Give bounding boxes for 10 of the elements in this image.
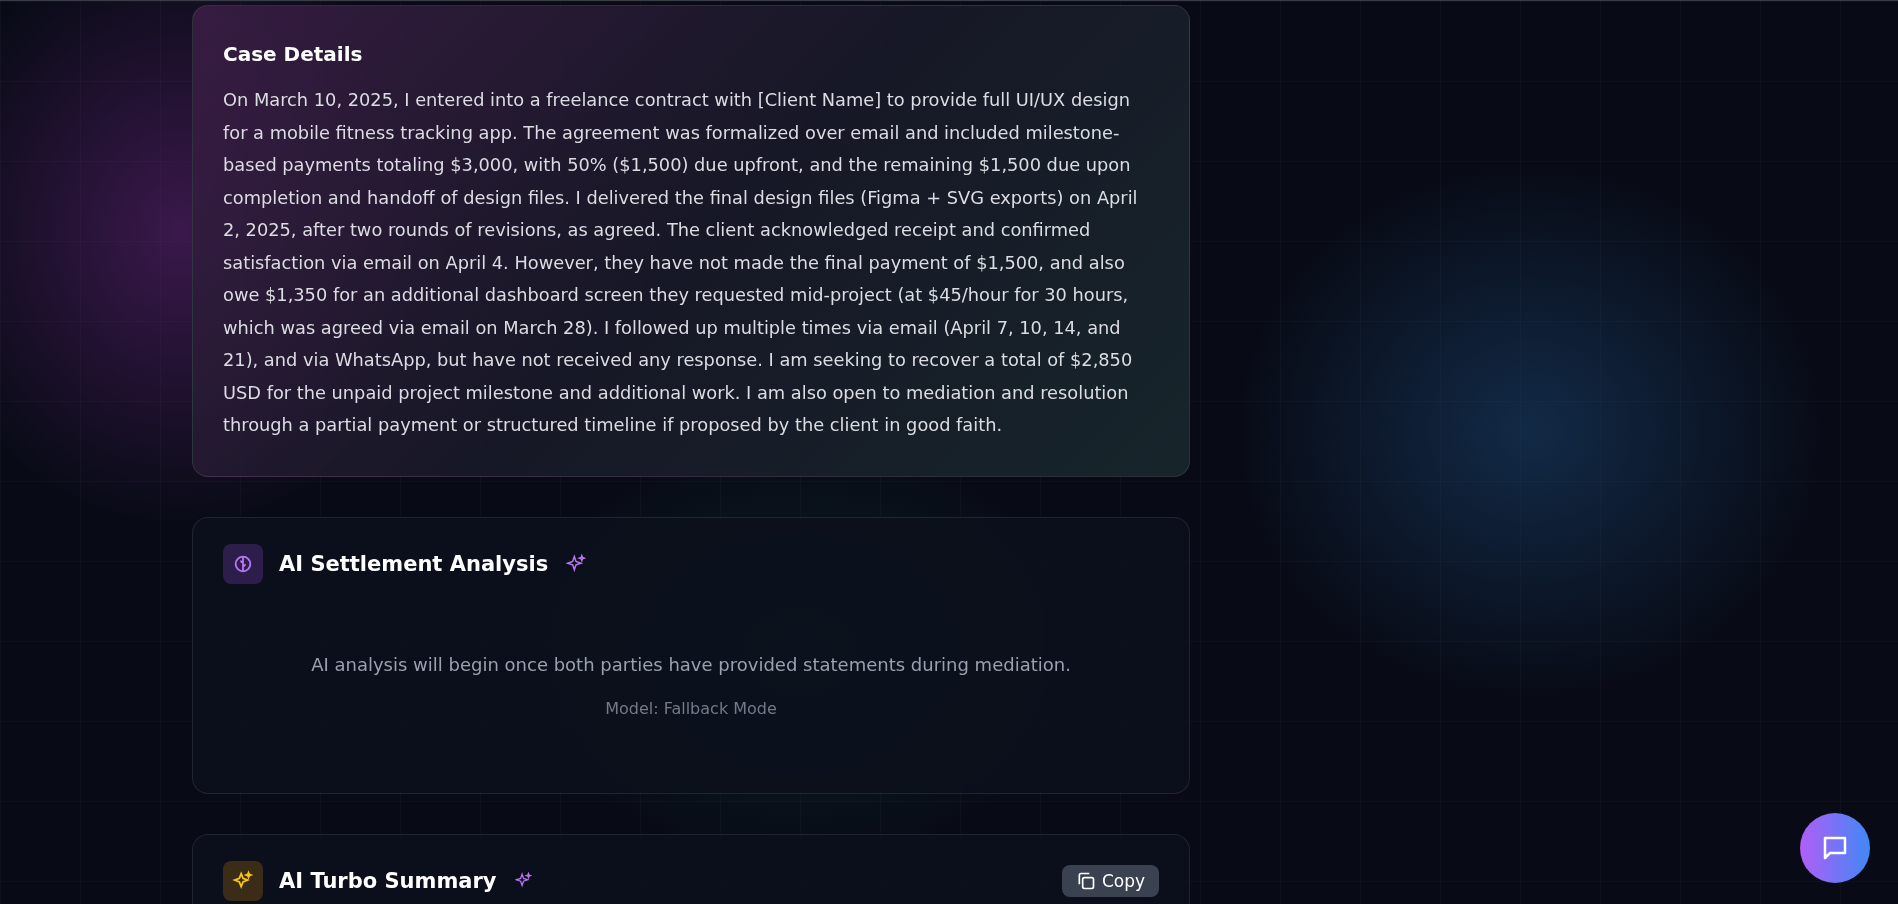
sparkle-icon [514,872,532,889]
analysis-message: AI analysis will begin once both parties have provided statements during mediation. [310,653,1072,675]
sparkle-icon [223,860,263,901]
model-label: Model: Fallback Mode [604,698,778,718]
case-description: On March 10, 2025, I entered into a freelance contract with [Client Name] to provide full UI/UX design for a mobile fitness tracking app. The agreement was formalized over email and included milestone-based payments totaling $3,000, with 50% ($1,500) due upfront, and the remaining $1,500 due upon completion and handoff of design files. I delivered the final design files (Figma + SVG exports) on April 2, 2025, after two rounds of revisions, as agreed. The client acknowledged receipt and confirmed satisfaction via email on April 4. However, they have not made the final payment of $1,500, and also owe $1,350 for an additional dashboard screen they requested mid-project (at $45/hour for 30 hours, which was agreed via email on March 28). I followed up multiple times via email (April 7, 10, 14, and 21), and via WhatsApp, but have not received any response. I am seeking to recover a total of $2,850 USD for the unpaid project milestone and additional work. I am also open to mediation and resolution through a partial payment or structured timeline if proposed by the client in good faith. [223,88,1139,437]
card-title: AI Settlement Analysis [279,551,549,576]
copy-button[interactable]: Copy [1061,864,1159,897]
sparkle-icon [566,553,587,574]
card-title: Case Details [223,42,364,66]
card-title: AI Turbo Summary [279,868,497,893]
